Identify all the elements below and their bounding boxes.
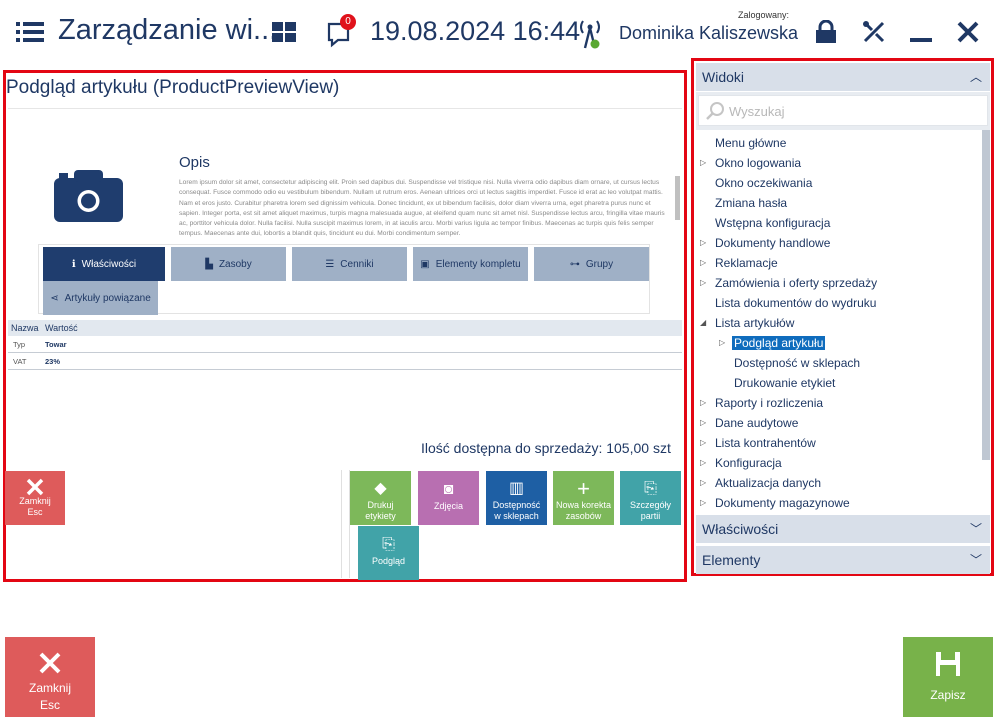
preview-title: Podgląd artykułu (ProductPreviewView) <box>6 77 340 98</box>
tree-item[interactable]: Dostępność w sklepach <box>734 356 860 370</box>
product-tabs: ℹ Właściwości ▙ Zasoby ☰ Cenniki ▣ Elementy … <box>38 244 650 315</box>
available-quantity: Ilość dostępna do sprzedaży: 105,00 szt <box>421 440 671 456</box>
expand-arrow-icon[interactable]: ▷ <box>700 258 706 267</box>
tree-item[interactable]: Dokumenty handlowe <box>715 236 830 250</box>
app-title: Zarządzanie wi... <box>58 14 278 46</box>
close-icon <box>39 652 61 674</box>
search-icon <box>706 102 724 120</box>
camera-icon <box>54 170 123 222</box>
tree-item[interactable]: Dane audytowe <box>715 416 798 430</box>
tree-icon: ⊶ <box>569 258 580 270</box>
batch-details-button[interactable]: ⎘ Szczegóły partii <box>620 471 681 525</box>
tree-item[interactable]: Raporty i rozliczenia <box>715 396 823 410</box>
connection-antenna-icon <box>580 20 600 49</box>
expand-arrow-icon[interactable]: ▷ <box>700 498 706 507</box>
tree-item[interactable]: Podgląd artykułu <box>732 336 826 350</box>
expand-arrow-icon[interactable]: ▷ <box>700 478 706 487</box>
tree-item[interactable]: Okno logowania <box>715 156 801 170</box>
lock-icon[interactable] <box>814 20 838 44</box>
hamburger-menu-icon[interactable] <box>16 20 44 44</box>
expanded-arrow-icon[interactable]: ◢ <box>700 318 706 327</box>
preview-close-button[interactable]: Zamknij Esc <box>5 471 65 525</box>
close-button[interactable]: Zamknij Esc <box>5 637 95 717</box>
tab-zasoby[interactable]: ▙ Zasoby <box>171 247 286 281</box>
table-row[interactable]: Typ Towar <box>8 336 682 353</box>
properties-table: Nazwa Wartość Typ Towar VAT 23% <box>8 320 682 370</box>
tree-item[interactable]: Konfiguracja <box>715 456 782 470</box>
chevron-up-icon: ︿ <box>969 70 982 84</box>
stock-icon: ▙ <box>205 258 213 270</box>
chevron-down-icon: ﹀ <box>969 553 982 567</box>
wlasciwosci-header[interactable]: Właściwości ﹀ <box>696 515 990 543</box>
tree-item[interactable]: Wstępna konfiguracja <box>715 216 830 230</box>
tab-wlasciwosci[interactable]: ℹ Właściwości <box>43 247 165 281</box>
doc-search-icon: ⎘ <box>382 535 395 553</box>
widoki-header[interactable]: Widoki ︿ <box>696 63 990 91</box>
tree-item[interactable]: Menu główne <box>715 136 786 150</box>
tools-icon[interactable] <box>862 20 886 44</box>
store-availability-button[interactable]: ▥ Dostępność w sklepach <box>486 471 547 525</box>
tab-artykuly-powiazane[interactable]: ⋖ Artykuły powiązane <box>43 281 158 315</box>
logged-in-label: Zalogowany: <box>738 10 790 20</box>
tiles-grid-icon[interactable] <box>272 22 296 42</box>
datetime: 19.08.2024 16:44 <box>370 16 581 46</box>
warehouse-icon: ▥ <box>508 480 525 497</box>
tree-scrollbar[interactable] <box>982 130 990 460</box>
print-labels-button[interactable]: ◆ Drukuj etykiety <box>350 471 411 525</box>
new-stock-correction-button[interactable]: + Nowa korekta zasobów <box>553 471 614 525</box>
tab-grupy[interactable]: ⊶ Grupy <box>534 247 649 281</box>
chevron-down-icon: ﹀ <box>969 522 982 536</box>
description-scrollbar[interactable] <box>675 176 680 220</box>
tree-item[interactable]: Okno oczekiwania <box>715 176 812 190</box>
tree-item[interactable]: Dokumenty magazynowe <box>715 496 850 510</box>
properties-header: Nazwa Wartość <box>8 320 682 336</box>
photo-icon: ◙ <box>443 480 454 498</box>
tree-item[interactable]: Zamówienia i oferty sprzedaży <box>715 276 877 290</box>
expand-arrow-icon[interactable]: ▷ <box>700 438 706 447</box>
expand-arrow-icon[interactable]: ▷ <box>719 338 725 347</box>
preview-button[interactable]: ⎘ Podgląd <box>358 526 419 580</box>
expand-arrow-icon[interactable]: ▷ <box>700 398 706 407</box>
tab-elementy-kompletu[interactable]: ▣ Elementy kompletu <box>413 247 528 281</box>
tag-icon: ◆ <box>374 480 387 497</box>
share-icon: ⋖ <box>50 292 59 304</box>
tree-item[interactable]: Aktualizacja danych <box>715 476 821 490</box>
expand-arrow-icon[interactable]: ▷ <box>700 418 706 427</box>
tree-item[interactable]: Drukowanie etykiet <box>734 376 835 390</box>
preview-button-area: Zamknij Esc ◆ Drukuj etykiety ◙ Zdjęcia … <box>5 470 683 580</box>
gift-icon: ▣ <box>420 258 430 270</box>
description-title: Opis <box>179 154 210 171</box>
top-bar: Zarządzanie wi... 0 19.08.2024 16:44 Zal… <box>0 0 1000 64</box>
plus-icon: + <box>577 476 590 501</box>
list-icon: ☰ <box>325 258 335 270</box>
expand-arrow-icon[interactable]: ▷ <box>700 278 706 287</box>
expand-arrow-icon[interactable]: ▷ <box>700 238 706 247</box>
tree-item[interactable]: Zmiana hasła <box>715 196 787 210</box>
tree-item[interactable]: Lista kontrahentów <box>715 436 816 450</box>
tree-item[interactable]: Lista dokumentów do wydruku <box>715 296 876 310</box>
photos-button[interactable]: ◙ Zdjęcia <box>418 471 479 525</box>
save-button[interactable]: Zapisz <box>903 637 993 717</box>
floppy-disk-icon <box>936 652 960 676</box>
elementy-header[interactable]: Elementy ﹀ <box>696 546 990 574</box>
doc-search-icon: ⎘ <box>644 480 657 497</box>
search-input[interactable]: Wyszukaj <box>698 95 988 126</box>
tree-item[interactable]: Lista artykułów <box>715 316 794 330</box>
user-name: Dominika Kaliszewska <box>619 23 799 43</box>
description-text: Lorem ipsum dolor sit amet, consectetur … <box>179 179 665 238</box>
expand-arrow-icon[interactable]: ▷ <box>700 458 706 467</box>
tab-cenniki[interactable]: ☰ Cenniki <box>292 247 407 281</box>
minimize-icon[interactable] <box>910 38 932 42</box>
notification-badge: 0 <box>340 14 356 30</box>
info-icon: ℹ <box>71 258 76 270</box>
close-app-icon[interactable] <box>956 20 980 44</box>
table-row[interactable]: VAT 23% <box>8 353 682 370</box>
tree-item[interactable]: Reklamacje <box>715 256 778 270</box>
expand-arrow-icon[interactable]: ▷ <box>700 158 706 167</box>
close-icon <box>26 478 44 496</box>
